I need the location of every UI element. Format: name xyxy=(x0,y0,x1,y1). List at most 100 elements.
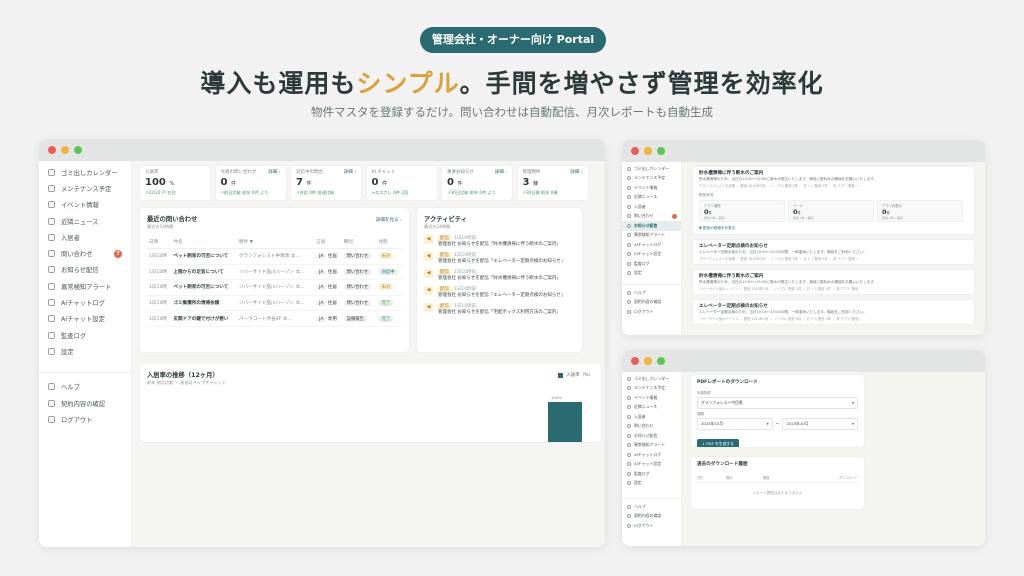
maximize-dot[interactable] xyxy=(657,357,665,365)
sidebar-item[interactable]: 問い合わせ xyxy=(622,422,681,432)
history-column: 期間 xyxy=(762,476,770,480)
sidebar-item[interactable]: ヘルプ xyxy=(622,288,681,298)
maximize-dot[interactable] xyxy=(74,146,82,154)
sidebar-item[interactable]: イベント情報 xyxy=(622,393,681,403)
sidebar-item[interactable]: ヘルプ xyxy=(39,379,131,395)
notice-detail-card[interactable]: 貯水槽清掃に伴う断水のご案内 貯水槽清掃のため、当日の13:00〜15:00に断… xyxy=(692,166,975,235)
close-dot[interactable] xyxy=(631,147,639,155)
sidebar-item[interactable]: メンテナンス予定 xyxy=(622,384,681,394)
dispatch-toggle[interactable]: ▼ 配信の明細を非表示 xyxy=(699,226,968,231)
sidebar-item[interactable]: 入居者 xyxy=(622,412,681,422)
property-select[interactable]: グランフォレスト中目黒 ▾ xyxy=(697,397,858,409)
sidebar-item[interactable]: ゴミ出しカレンダー xyxy=(39,164,131,180)
notices-main: 貯水槽清掃に伴う断水のご案内 貯水槽清掃のため、当日の13:00〜15:00に断… xyxy=(682,162,985,335)
sidebar-item[interactable]: 契約内容の確認 xyxy=(39,395,131,411)
cell-subject: ペット飼育の可否について xyxy=(171,248,237,265)
occupancy-chart-card: 入居率の推移（12ヶ月） 前年 前月比較 ・ 前前月チャプチャレット 入居率（%… xyxy=(139,363,602,443)
sidebar-item[interactable]: メンテナンス予定 xyxy=(622,174,681,184)
minimize-dot[interactable] xyxy=(644,147,652,155)
sidebar-item-label: ヘルプ xyxy=(61,384,80,392)
activity-item[interactable]: ◀ 配信 1日10時前 管理会社 お知らせを配信「エレベーター定期点検のお知らせ」 xyxy=(424,286,575,298)
stat-unit: 件 xyxy=(230,181,236,187)
sidebar-item[interactable]: イベント情報 xyxy=(622,183,681,193)
period-to-select[interactable]: 2025年10月 ▾ xyxy=(782,418,858,430)
kind-tag: 設備報告 xyxy=(343,315,367,322)
close-dot[interactable] xyxy=(631,357,639,365)
table-row[interactable]: 1日10時 上階からの足音について リバーサイド品川ハーゾン ヰ… JA 住居 問い合わ… xyxy=(147,264,402,281)
sidebar-item[interactable]: 近隣ニュース xyxy=(622,403,681,413)
chat-icon xyxy=(48,250,55,258)
table-row[interactable]: 1日10時 ペット飼育の可否について グランフォレスト中目黒 ヰ… JA 住居 問い合わ… xyxy=(147,248,402,265)
sidebar-item[interactable]: 異常検知アラート xyxy=(39,278,131,294)
chevron-down-icon: ▾ xyxy=(852,400,854,405)
sidebar-item[interactable]: イベント情報 xyxy=(39,197,131,213)
sidebar-item[interactable]: AIチャットログ xyxy=(39,294,131,310)
sidebar-item[interactable]: ログアウト xyxy=(622,307,681,317)
stat-detail-link[interactable]: 詳細 › xyxy=(344,169,356,175)
sidebar-item[interactable]: ゴミ出しカレンダー xyxy=(622,374,681,384)
close-dot[interactable] xyxy=(48,146,56,154)
sidebar-item[interactable]: 近隣ニュース xyxy=(39,213,131,229)
inquiries-subtitle: 最近の14時間 xyxy=(147,224,174,229)
sidebar-item[interactable]: 問い合わせ 7 xyxy=(39,245,131,261)
sidebar-item[interactable]: AIチャット設定 xyxy=(39,311,131,327)
sidebar-item[interactable]: お知らせ配信 xyxy=(39,262,131,278)
maximize-dot[interactable] xyxy=(657,147,665,155)
activity-item[interactable]: ◀ 配信 1日10時前 管理会社 お知らせを配信「宅配ボックス利用方法のご案内」 xyxy=(424,303,575,315)
sidebar-item[interactable]: 契約内容の確認 xyxy=(622,512,681,522)
menu-icon xyxy=(627,523,631,528)
sidebar-item[interactable]: 近隣ニュース xyxy=(622,193,681,203)
table-row[interactable]: 1日10時 ゴミ集積所の清掃依頼 リバーサイド品川ハーゾン ヰ… JA 住居 問い合わせ… xyxy=(147,295,402,312)
sidebar-item[interactable]: メンテナンス予定 xyxy=(39,180,131,196)
activity-item[interactable]: ◀ 配信 1日10時前 管理会社 お知らせを配信「エレベーター定期点検のお知らせ」 xyxy=(424,252,575,264)
notice-card[interactable]: 貯水槽清掃に伴う断水のご案内 貯水槽清掃のため、当日の13:00〜15:00に断水… xyxy=(692,269,975,295)
type-label: 住居 xyxy=(327,254,337,260)
table-row[interactable]: 1日10時 玄関ドアの鍵で付けが悪い パークコート渋谷4F ヰ… JA 専用 設備報告 完… xyxy=(147,310,402,327)
minimize-dot[interactable] xyxy=(644,357,652,365)
cell-lang: JA 専用 xyxy=(314,310,342,327)
sidebar-item[interactable]: ヘルプ xyxy=(622,502,681,512)
sidebar-item[interactable]: AIチャットログ xyxy=(622,450,681,460)
table-row[interactable]: 1日10時 ペット飼育の可否について リバーサイド品川ハーゾン ヰ… JA 住居 問い合… xyxy=(147,279,402,296)
period-from-select[interactable]: 2025年10月 ▾ xyxy=(697,418,773,430)
type-label: 住居 xyxy=(327,285,337,291)
sidebar-item[interactable]: 監査ログ xyxy=(39,327,131,343)
sidebar-item[interactable]: お知らせ配信 xyxy=(622,431,681,441)
sidebar-item[interactable]: 監査ログ xyxy=(622,469,681,479)
sidebar-item[interactable]: AIチャット設定 xyxy=(622,250,681,260)
sidebar-item[interactable]: 設定 xyxy=(622,479,681,489)
minimize-dot[interactable] xyxy=(61,146,69,154)
cell-lang: JA 住居 xyxy=(314,264,342,281)
sidebar-item[interactable]: お知らせ配信 xyxy=(622,221,681,231)
sidebar-item[interactable]: 設定 xyxy=(622,269,681,279)
sidebar-item[interactable]: 設定 xyxy=(39,343,131,359)
stat-detail-link[interactable]: 詳細 › xyxy=(495,169,507,175)
inquiries-more-link[interactable]: 詳細を見る › xyxy=(376,217,402,230)
sidebar-item[interactable]: 異常検知アラート xyxy=(622,441,681,451)
sidebar-item[interactable]: ログアウト xyxy=(622,521,681,531)
menu-icon xyxy=(627,261,631,266)
sidebar-item-label: ヘルプ xyxy=(634,503,646,509)
dispatch-stat-sub: 配信 0件 / 開封 xyxy=(793,216,814,220)
sidebar-item[interactable]: AIチャット設定 xyxy=(622,460,681,470)
activity-item[interactable]: ◀ 配信 1日10時前 管理会社 お知らせを配信「貯水槽清掃に伴う断水のご案内」 xyxy=(424,269,575,281)
sidebar-item[interactable]: 入居者 xyxy=(39,229,131,245)
notice-card[interactable]: エレベーター定期点検のお知らせ エレベーター定期点検のため、当日10:00〜15:… xyxy=(692,299,975,325)
stat-detail-link[interactable]: 詳細 › xyxy=(268,169,280,175)
notice-card[interactable]: エレベーター定期点検のお知らせ エレベーター定期点検のため、当日10:00〜15:… xyxy=(692,239,975,265)
sidebar-item[interactable]: 入居者 xyxy=(622,202,681,212)
stat-detail-link[interactable]: 詳細 › xyxy=(570,169,582,175)
sidebar-item[interactable]: 異常検知アラート xyxy=(622,231,681,241)
hero-subline: 物件マスタを登録するだけ。問い合わせは自動配信、月次レポートも自動生成 xyxy=(311,105,713,119)
menu-icon xyxy=(627,471,631,476)
sidebar-item[interactable]: AIチャットログ xyxy=(622,240,681,250)
sidebar-item[interactable]: 監査ログ xyxy=(622,259,681,269)
cell-kind: 設備報告 xyxy=(341,310,377,327)
generate-pdf-button[interactable]: ↓ PDF を生成する xyxy=(697,439,739,447)
sidebar-item[interactable]: ゴミ出しカレンダー xyxy=(622,164,681,174)
window-titlebar xyxy=(622,140,985,162)
sidebar-item[interactable]: 問い合わせ xyxy=(622,212,681,222)
activity-item[interactable]: ◀ 配信 1日10時前 管理会社 お知らせを配信「貯水槽清掃に伴う断水のご案内」 xyxy=(424,235,575,247)
sidebar-item[interactable]: 契約内容の確認 xyxy=(622,298,681,308)
sidebar-item[interactable]: ログアウト xyxy=(39,411,131,427)
